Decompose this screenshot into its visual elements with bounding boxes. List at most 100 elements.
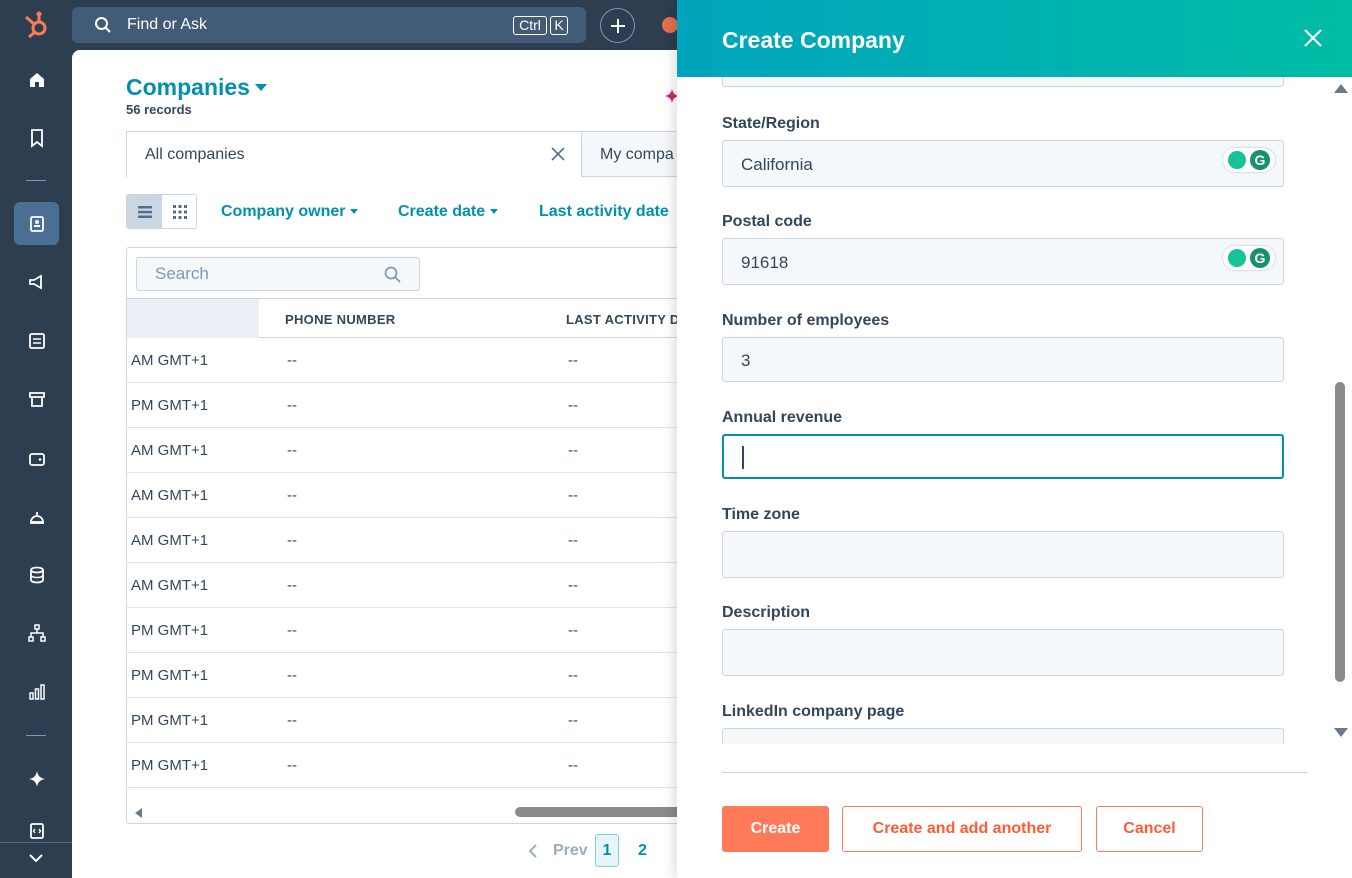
table-row[interactable]: AM GMT+1 -- -- [127, 518, 692, 563]
employees-input[interactable]: 3 [722, 337, 1284, 382]
commerce-icon [28, 391, 45, 407]
data-icon [29, 566, 44, 583]
column-header-phone[interactable]: PHONE NUMBER [285, 312, 396, 327]
column-header-last-activity[interactable]: LAST ACTIVITY D [566, 312, 680, 327]
scroll-down-icon[interactable] [1334, 728, 1348, 737]
create-and-add-another-button[interactable]: Create and add another [842, 806, 1082, 852]
revenue-input[interactable] [722, 434, 1284, 479]
cell-phone: -- [287, 622, 297, 639]
marketing-icon [28, 273, 42, 290]
filter-company-owner[interactable]: Company owner [221, 203, 359, 221]
scroll-up-icon[interactable] [1334, 84, 1348, 93]
table-row[interactable]: AM GMT+1 -- -- [127, 473, 692, 518]
cell-last-modified: AM GMT+1 [131, 532, 209, 549]
table-row[interactable]: PM GMT+1 -- -- [127, 383, 692, 428]
nav-data[interactable] [14, 553, 59, 596]
cell-last-modified: PM GMT+1 [131, 757, 209, 774]
cell-last-modified: AM GMT+1 [131, 442, 209, 459]
cell-phone: -- [287, 532, 297, 549]
revenue-label: Annual revenue [722, 409, 843, 426]
scrollbar-thumb[interactable] [515, 807, 692, 817]
frozen-column-header [127, 299, 259, 338]
grammarly-widget[interactable]: G [1223, 148, 1275, 172]
state-input[interactable]: California G [722, 140, 1284, 187]
global-search[interactable]: Find or Ask Ctrl K [72, 7, 586, 43]
caret-down-icon [350, 209, 359, 215]
cell-last-activity: -- [568, 622, 578, 639]
companies-table: PHONE NUMBER LAST ACTIVITY D AM GMT+1 -- -… [126, 247, 692, 824]
cancel-button[interactable]: Cancel [1096, 806, 1203, 852]
tab-my-companies[interactable]: My compa [581, 131, 692, 177]
table-search-input[interactable] [155, 264, 375, 284]
description-input[interactable] [722, 629, 1284, 676]
nav-content[interactable] [14, 319, 59, 362]
chevron-down-icon[interactable] [28, 852, 44, 864]
hubspot-logo-icon[interactable] [22, 10, 52, 40]
list-view-button[interactable] [127, 195, 162, 228]
tab-label: My compa [600, 146, 674, 163]
nav-marketing[interactable] [14, 260, 59, 303]
create-button[interactable]: Create [722, 806, 829, 852]
text-cursor [742, 446, 744, 469]
close-icon[interactable] [1303, 28, 1323, 48]
page-title[interactable]: Companies [126, 74, 250, 101]
cell-last-activity: -- [568, 532, 578, 549]
filter-label: Company owner [221, 203, 346, 220]
city-input[interactable] [722, 77, 1284, 87]
table-row[interactable]: PM GMT+1 -- -- [127, 653, 692, 698]
scroll-left-icon[interactable] [135, 808, 142, 818]
pagination-page-2[interactable]: 2 [638, 834, 647, 868]
grid-icon [172, 204, 187, 219]
cell-last-modified: PM GMT+1 [131, 622, 209, 639]
table-row[interactable]: PM GMT+1 -- -- [127, 608, 692, 653]
global-search-text: Find or Ask [127, 16, 208, 33]
nav-developer[interactable] [14, 820, 59, 850]
table-row[interactable]: AM GMT+1 -- -- [127, 428, 692, 473]
pagination-page-1[interactable]: 1 [595, 834, 619, 867]
board-view-button[interactable] [162, 195, 196, 228]
cell-phone: -- [287, 577, 297, 594]
table-row[interactable]: PM GMT+1 -- -- [127, 698, 692, 743]
cell-last-activity: -- [568, 577, 578, 594]
timezone-input[interactable] [722, 531, 1284, 578]
cell-last-activity: -- [568, 442, 578, 459]
scrollbar-thumb[interactable] [1335, 382, 1345, 682]
nav-payments[interactable] [14, 437, 59, 480]
lightbulb-icon [1228, 151, 1246, 169]
service-icon [29, 511, 44, 524]
nav-automation[interactable] [14, 611, 59, 654]
cell-phone: -- [287, 442, 297, 459]
footer-divider [722, 772, 1307, 773]
nav-contacts[interactable] [14, 202, 59, 245]
nav-service[interactable] [14, 495, 59, 538]
employees-value: 3 [741, 351, 751, 370]
prev-label: Prev [553, 842, 588, 859]
bookmark-icon [30, 128, 43, 148]
nav-reporting[interactable] [14, 670, 59, 713]
cell-last-modified: AM GMT+1 [131, 352, 209, 369]
record-count: 56 records [126, 102, 192, 117]
nav-commerce[interactable] [14, 377, 59, 420]
close-icon[interactable] [551, 147, 565, 161]
pagination-prev[interactable]: Prev [527, 834, 588, 868]
table-row[interactable]: AM GMT+1 -- -- [127, 563, 692, 608]
horizontal-scrollbar[interactable] [127, 801, 692, 823]
table-row[interactable]: PM GMT+1 -- -- [127, 743, 692, 788]
grammarly-icon: G [1250, 150, 1270, 170]
title-dropdown-icon[interactable] [255, 84, 267, 91]
upgrade-icon[interactable] [662, 17, 678, 33]
vertical-scrollbar[interactable] [1333, 82, 1349, 742]
table-header: PHONE NUMBER LAST ACTIVITY D [127, 298, 692, 338]
linkedin-input[interactable] [722, 728, 1284, 744]
grammarly-widget[interactable]: G [1223, 246, 1275, 270]
nav-breeze[interactable] [14, 757, 59, 800]
create-new-button[interactable] [600, 8, 635, 43]
tab-all-companies[interactable]: All companies [126, 131, 582, 177]
filter-create-date[interactable]: Create date [398, 203, 499, 221]
nav-bookmarks[interactable] [14, 116, 59, 159]
table-row[interactable]: AM GMT+1 -- -- [127, 338, 692, 383]
filter-last-activity-date[interactable]: Last activity date [539, 203, 669, 221]
nav-home[interactable] [14, 58, 59, 101]
postal-input[interactable]: 91618 G [722, 238, 1284, 285]
reporting-icon [28, 683, 45, 700]
